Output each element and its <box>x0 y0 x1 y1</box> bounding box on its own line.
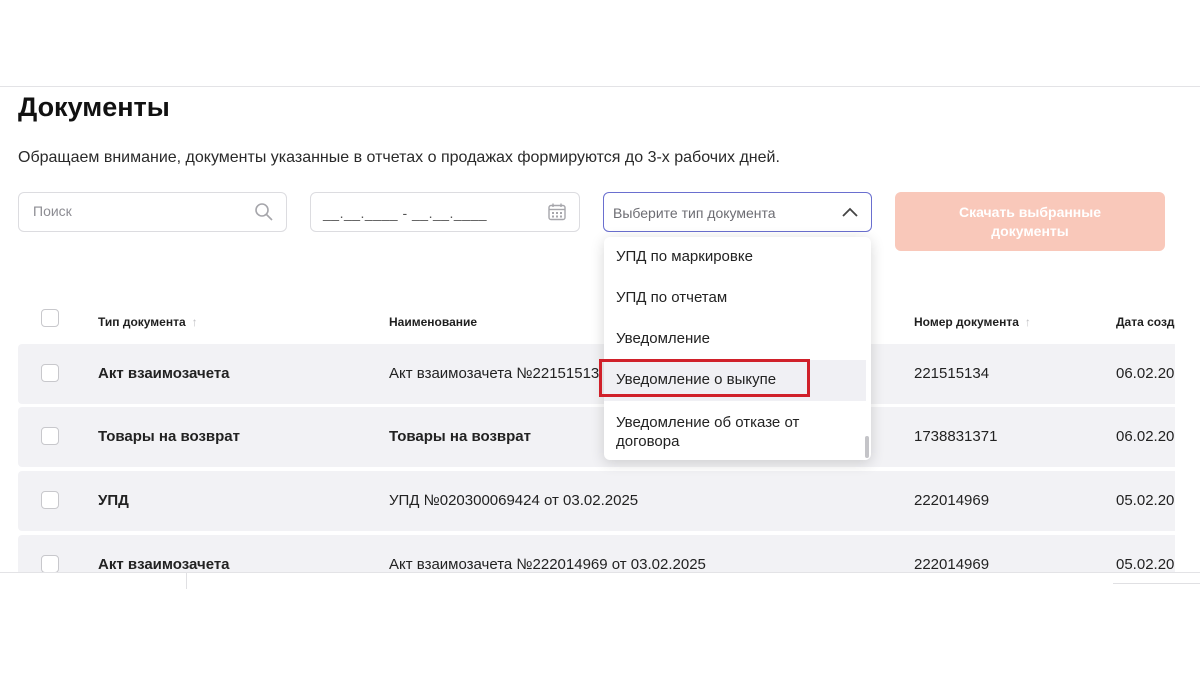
download-selected-label: Скачать выбранные документы <box>958 203 1102 239</box>
dropdown-option[interactable]: Уведомление <box>604 330 866 352</box>
date-range-field[interactable]: __.__.____ - __.__.____ <box>310 192 580 232</box>
chevron-up-icon[interactable] <box>841 205 859 224</box>
dropdown-option[interactable]: УПД по отчетам <box>604 289 866 311</box>
sort-arrow-icon[interactable]: ↑ <box>1025 315 1031 329</box>
search-field[interactable] <box>18 192 287 232</box>
document-type-placeholder: Выберите тип документа <box>613 205 776 221</box>
page-title: Документы <box>18 92 170 122</box>
table-row[interactable]: Акт взаимозачета Акт взаимозачета №22201… <box>18 535 1175 572</box>
date-range-value: __.__.____ - __.__.____ <box>323 205 488 221</box>
row-checkbox[interactable] <box>41 427 59 445</box>
cell-date: 06.02.20 <box>1116 365 1175 382</box>
bottom-divider <box>0 572 1200 573</box>
cell-date: 05.02.20 <box>1116 556 1175 572</box>
divider-tick <box>186 573 187 589</box>
cell-type: Акт взаимозачета <box>98 365 230 382</box>
table-row[interactable]: Товары на возврат Товары на возврат 1738… <box>18 407 1175 467</box>
table-header: Тип документа ↑ Наименование Номер докуме… <box>18 300 1175 342</box>
pagination-edge <box>1113 583 1200 584</box>
cell-number: 221515134 <box>914 365 990 382</box>
processing-notice: Обращаем внимание, документы указанные в… <box>18 149 780 166</box>
dropdown-option[interactable]: Уведомление об отказе от договора <box>604 413 814 453</box>
table-row[interactable]: Акт взаимозачета Акт взаимозачета №22151… <box>18 344 1175 404</box>
cell-name: Товары на возврат <box>389 428 531 445</box>
document-type-dropdown: УПД по маркировке УПД по отчетам Уведомл… <box>604 237 871 460</box>
search-icon[interactable] <box>254 202 274 227</box>
documents-table: Тип документа ↑ Наименование Номер докуме… <box>0 300 1175 572</box>
cell-date: 06.02.20 <box>1116 428 1175 445</box>
cell-type: УПД <box>98 492 129 509</box>
document-type-select[interactable]: Выберите тип документа <box>603 192 872 232</box>
cell-type: Товары на возврат <box>98 428 240 445</box>
column-header-name: Наименование <box>389 315 478 329</box>
row-checkbox[interactable] <box>41 491 59 509</box>
cell-name: УПД №020300069424 от 03.02.2025 <box>389 492 639 509</box>
cell-date: 05.02.20 <box>1116 492 1175 509</box>
cell-number: 1738831371 <box>914 428 998 445</box>
sort-arrow-icon[interactable]: ↑ <box>192 315 198 329</box>
row-checkbox[interactable] <box>41 555 59 572</box>
cell-type: Акт взаимозачета <box>98 556 230 572</box>
download-selected-button[interactable]: Скачать выбранные документы <box>895 192 1165 251</box>
column-header-number[interactable]: Номер документа ↑ <box>914 315 1031 329</box>
highlight-box <box>599 359 810 397</box>
top-divider <box>0 86 1200 87</box>
row-checkbox[interactable] <box>41 364 59 382</box>
cell-name: Акт взаимозачета №222014969 от 03.02.202… <box>389 556 706 572</box>
calendar-icon[interactable] <box>547 202 567 227</box>
cell-number: 222014969 <box>914 556 990 572</box>
cell-number: 222014969 <box>914 492 990 509</box>
column-header-type[interactable]: Тип документа ↑ <box>98 315 198 329</box>
select-all-checkbox[interactable] <box>41 309 59 327</box>
table-row[interactable]: УПД УПД №020300069424 от 03.02.2025 2220… <box>18 471 1175 531</box>
column-header-date: Дата созда <box>1116 315 1175 329</box>
dropdown-option[interactable]: УПД по маркировке <box>604 248 866 270</box>
search-input[interactable] <box>31 202 255 220</box>
cell-name: Акт взаимозачета №22151513 <box>389 365 600 382</box>
dropdown-scrollbar[interactable] <box>865 436 869 458</box>
